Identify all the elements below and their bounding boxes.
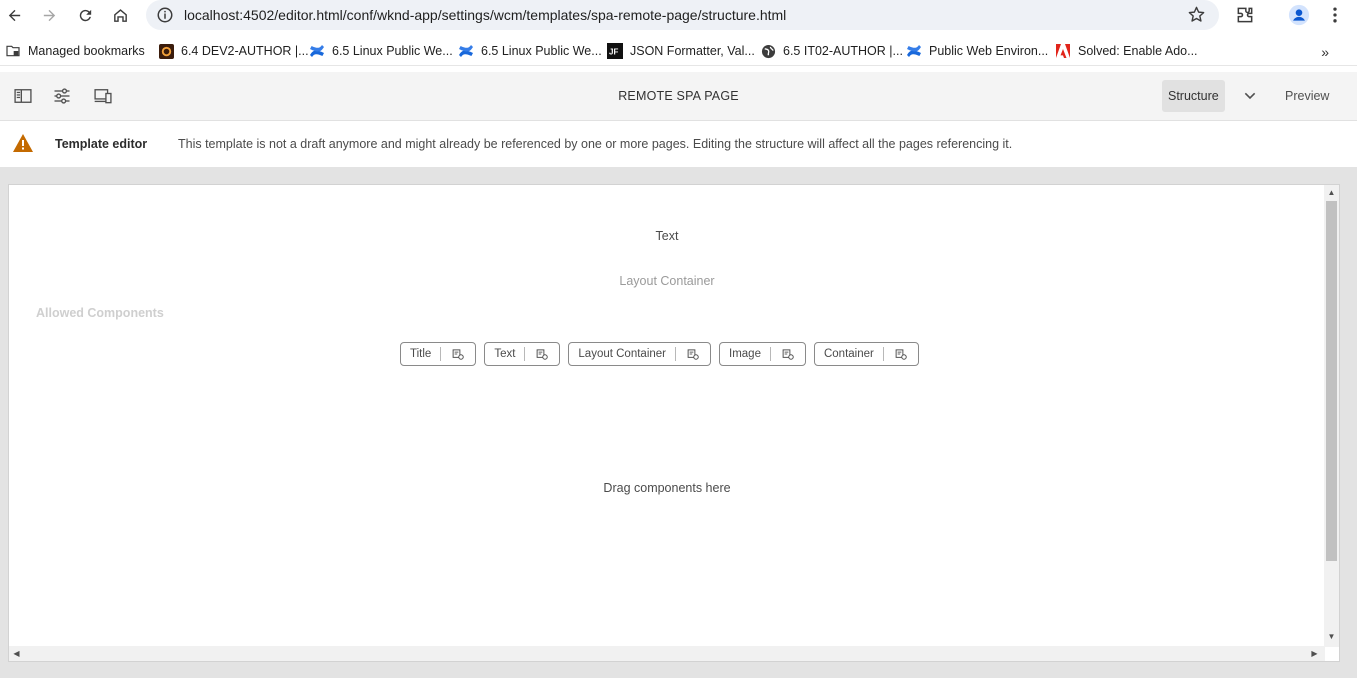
bookmark-label: Public Web Environ... bbox=[929, 44, 1049, 58]
arrow-right-icon bbox=[43, 9, 55, 21]
editor-toolbar: REMOTE SPA PAGE Structure Preview bbox=[0, 72, 1357, 121]
extensions-button[interactable] bbox=[1234, 4, 1256, 26]
url-text[interactable]: localhost:4502/editor.html/conf/wknd-app… bbox=[184, 7, 786, 23]
scroll-right-arrow-icon[interactable]: ▶ bbox=[1307, 646, 1322, 661]
jf-icon: JF bbox=[607, 43, 623, 59]
arrow-left-icon bbox=[8, 9, 20, 21]
allowed-components-list: Title Text Layout Container Image Contai… bbox=[400, 342, 927, 366]
allowed-components-label: Allowed Components bbox=[36, 306, 164, 320]
component-label: Layout Container bbox=[569, 347, 676, 361]
preview-mode-button[interactable]: Preview bbox=[1279, 80, 1335, 112]
bookmark-item[interactable]: 6.5 IT02-AUTHOR |... bbox=[760, 42, 903, 60]
adobe-icon bbox=[1055, 43, 1071, 59]
bookmark-star-icon[interactable] bbox=[1187, 5, 1206, 24]
bookmark-label: 6.5 Linux Public We... bbox=[332, 44, 453, 58]
reload-button[interactable] bbox=[73, 3, 97, 27]
confluence-icon bbox=[458, 43, 474, 59]
more-bookmarks-button[interactable]: » bbox=[1321, 44, 1329, 60]
bookmark-item[interactable]: Solved: Enable Ado... bbox=[1055, 42, 1198, 60]
policy-icon[interactable] bbox=[771, 343, 805, 365]
forward-button[interactable] bbox=[37, 3, 61, 27]
bookmark-label: 6.4 DEV2-AUTHOR |... bbox=[181, 44, 309, 58]
bookmark-item[interactable]: 6.4 DEV2-AUTHOR |... bbox=[158, 42, 309, 60]
globe-icon bbox=[760, 43, 776, 59]
bookmark-item[interactable]: 6.5 Linux Public We... bbox=[309, 42, 453, 60]
confluence-icon bbox=[906, 43, 922, 59]
home-icon bbox=[113, 8, 127, 22]
component-label: Container bbox=[815, 347, 884, 361]
warning-icon bbox=[13, 134, 33, 152]
layout-container[interactable]: Layout Container bbox=[9, 274, 1325, 288]
text-component[interactable]: Text bbox=[9, 229, 1325, 243]
bookmark-label: 6.5 Linux Public We... bbox=[481, 44, 602, 58]
browser-menu-button[interactable] bbox=[1324, 4, 1346, 26]
allowed-component-title[interactable]: Title bbox=[400, 342, 477, 366]
allowed-component-text[interactable]: Text bbox=[484, 342, 561, 366]
structure-mode-button[interactable]: Structure bbox=[1162, 80, 1225, 112]
site-info-icon[interactable] bbox=[156, 6, 174, 24]
bookmark-label: Managed bookmarks bbox=[28, 44, 145, 58]
bookmarks-bar: Managed bookmarks 6.4 DEV2-AUTHOR |... 6… bbox=[0, 36, 1357, 66]
page-frame: Text Layout Container Allowed Components… bbox=[8, 184, 1340, 662]
scroll-up-arrow-icon[interactable]: ▲ bbox=[1324, 185, 1339, 200]
policy-icon[interactable] bbox=[441, 343, 475, 365]
aem-icon bbox=[158, 43, 174, 59]
notice-message: This template is not a draft anymore and… bbox=[178, 137, 1013, 151]
bookmark-item[interactable]: Public Web Environ... bbox=[906, 42, 1048, 60]
bookmark-label: 6.5 IT02-AUTHOR |... bbox=[783, 44, 903, 58]
home-button[interactable] bbox=[108, 3, 132, 27]
policy-icon[interactable] bbox=[525, 343, 559, 365]
component-label: Image bbox=[720, 347, 771, 361]
chevron-down-icon[interactable] bbox=[1242, 88, 1258, 104]
policy-icon[interactable] bbox=[676, 343, 710, 365]
bookmark-item[interactable]: Managed bookmarks bbox=[5, 42, 145, 60]
scroll-down-arrow-icon[interactable]: ▼ bbox=[1324, 629, 1339, 644]
allowed-component-container[interactable]: Container bbox=[813, 342, 919, 366]
folder-managed-icon bbox=[5, 43, 21, 59]
allowed-component-image[interactable]: Image bbox=[719, 342, 806, 366]
browser-toolbar: localhost:4502/editor.html/conf/wknd-app… bbox=[0, 0, 1357, 30]
avatar-icon bbox=[1288, 4, 1310, 26]
puzzle-icon bbox=[1237, 7, 1253, 23]
bookmark-item[interactable]: JF JSON Formatter, Val... bbox=[607, 42, 755, 60]
svg-text:JF: JF bbox=[609, 48, 618, 57]
vertical-scrollbar[interactable]: ▲ ▼ bbox=[1324, 185, 1339, 647]
horizontal-scrollbar[interactable]: ◀ ▶ bbox=[9, 646, 1325, 661]
policy-icon[interactable] bbox=[884, 343, 918, 365]
kebab-menu-icon bbox=[1333, 7, 1337, 23]
drop-zone-placeholder[interactable]: Drag components here bbox=[9, 481, 1325, 495]
component-label: Title bbox=[401, 347, 442, 361]
profile-button[interactable] bbox=[1288, 4, 1310, 26]
notice-title: Template editor bbox=[55, 137, 148, 151]
confluence-icon bbox=[309, 43, 325, 59]
address-bar[interactable]: localhost:4502/editor.html/conf/wknd-app… bbox=[146, 0, 1219, 30]
component-label: Text bbox=[485, 347, 526, 361]
page-title: REMOTE SPA PAGE bbox=[618, 89, 739, 103]
bookmark-item[interactable]: 6.5 Linux Public We... bbox=[458, 42, 602, 60]
vertical-scroll-thumb[interactable] bbox=[1326, 201, 1337, 561]
reload-icon bbox=[79, 9, 91, 21]
bookmark-label: Solved: Enable Ado... bbox=[1078, 44, 1198, 58]
template-editor-notice: Template editor This template is not a d… bbox=[0, 122, 1357, 166]
allowed-component-layout-container[interactable]: Layout Container bbox=[568, 342, 711, 366]
scroll-left-arrow-icon[interactable]: ◀ bbox=[9, 646, 24, 661]
bookmark-label: JSON Formatter, Val... bbox=[630, 44, 755, 58]
back-button[interactable] bbox=[2, 3, 26, 27]
